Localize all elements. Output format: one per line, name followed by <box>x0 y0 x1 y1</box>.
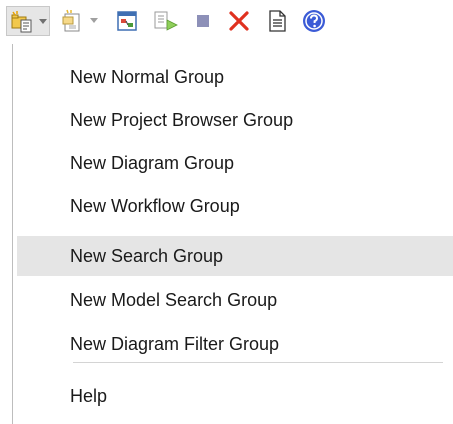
stop-button[interactable] <box>188 6 218 36</box>
chevron-down-icon[interactable] <box>90 18 98 24</box>
chevron-down-icon[interactable] <box>39 19 47 25</box>
menu-item-label: New Model Search Group <box>70 289 278 310</box>
menu-item-new-search-group[interactable]: New Search Group <box>17 236 453 276</box>
diagram-button[interactable] <box>112 6 142 36</box>
delete-icon <box>227 9 251 33</box>
menu-item-label: New Project Browser Group <box>70 109 294 130</box>
menu-item-label: New Normal Group <box>70 66 225 87</box>
new-group-button[interactable] <box>6 6 50 36</box>
menu-item-label: Help <box>70 385 108 406</box>
run-icon <box>153 9 179 33</box>
help-icon <box>301 8 327 34</box>
diagram-icon <box>115 9 139 33</box>
run-button[interactable] <box>150 6 182 36</box>
new-item-icon <box>61 9 85 33</box>
menu-item-new-diagram-group[interactable]: New Diagram Group <box>17 143 453 183</box>
menu-item-new-normal-group[interactable]: New Normal Group <box>17 57 453 97</box>
menu-item-label: New Diagram Group <box>70 152 235 173</box>
help-button[interactable] <box>298 6 330 36</box>
menu-item-new-workflow-group[interactable]: New Workflow Group <box>17 186 453 226</box>
delete-button[interactable] <box>224 6 254 36</box>
menu-item-help[interactable]: Help <box>17 376 453 416</box>
menu-separator <box>73 362 443 363</box>
menu-item-label: New Diagram Filter Group <box>70 333 280 354</box>
menu-item-new-diagram-filter-group[interactable]: New Diagram Filter Group <box>17 324 453 364</box>
menu-item-label: New Search Group <box>70 245 224 266</box>
new-group-icon <box>10 10 34 34</box>
menu-item-new-project-browser-group[interactable]: New Project Browser Group <box>17 100 453 140</box>
menu-item-label: New Workflow Group <box>70 195 240 216</box>
toolbar <box>0 0 453 44</box>
new-item-button[interactable] <box>58 6 102 36</box>
dropdown-menu: New Normal Group New Project Browser Gro… <box>12 44 453 424</box>
document-button[interactable] <box>262 6 292 36</box>
document-icon <box>265 9 289 33</box>
stop-icon <box>196 14 210 28</box>
menu-item-new-model-search-group[interactable]: New Model Search Group <box>17 280 453 320</box>
